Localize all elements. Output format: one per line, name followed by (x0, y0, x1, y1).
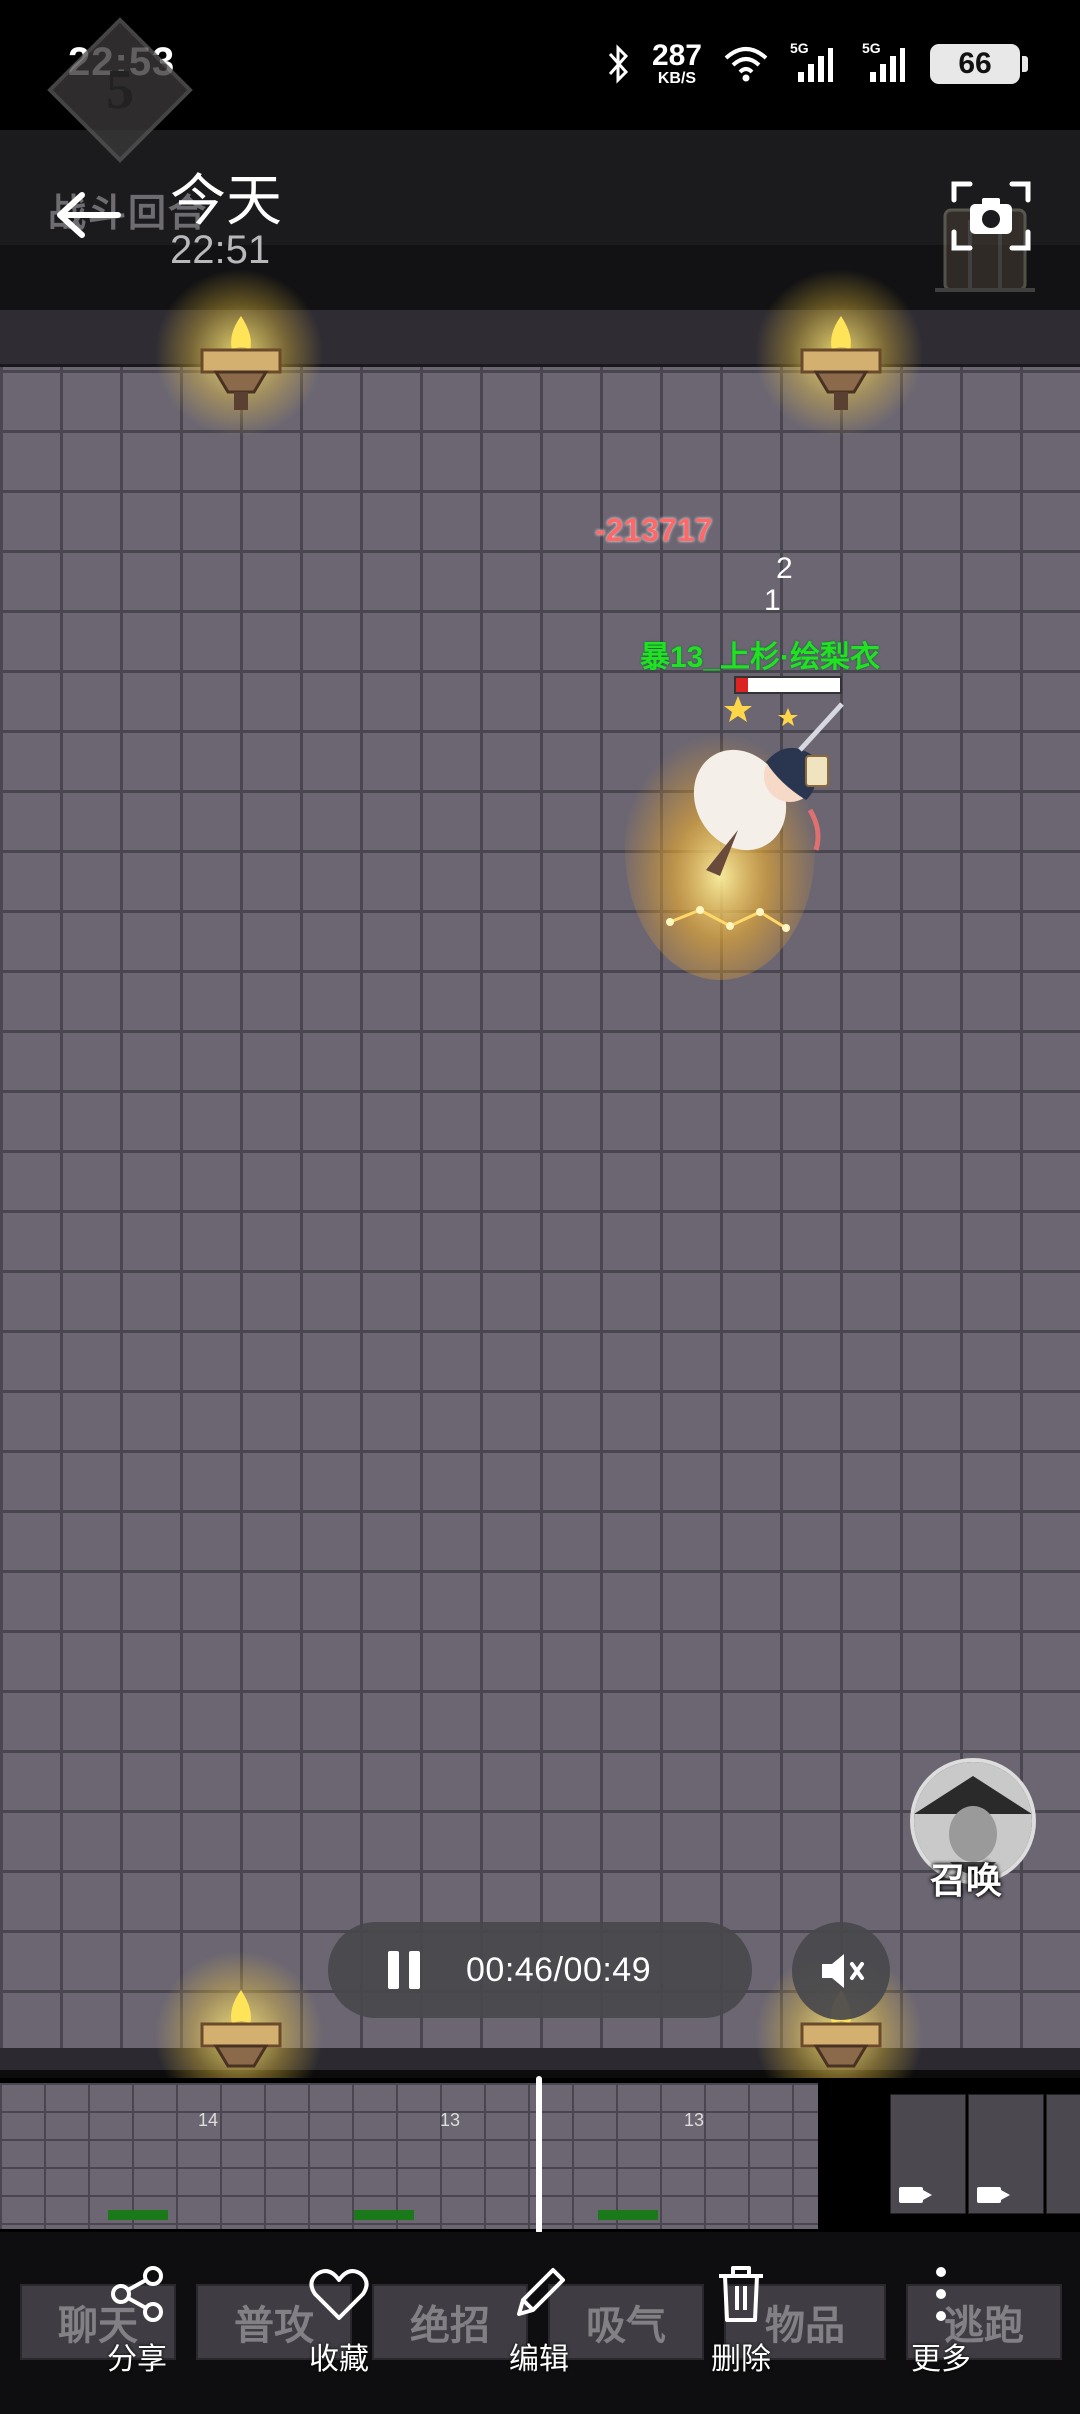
timeline-frame-enemy-marker (108, 2210, 168, 2220)
playback-control-pill: 00:46/00:49 (328, 1922, 752, 2018)
speaker-muted-icon (822, 1954, 864, 1988)
round-number: 5 (106, 59, 134, 121)
timeline-playhead[interactable] (536, 2076, 542, 2234)
video-camera-icon (899, 2187, 932, 2203)
video-camera-icon (977, 2187, 1010, 2203)
timeline-thumbnail[interactable] (968, 2094, 1044, 2214)
timeline-frame-label: 13 (684, 2110, 705, 2130)
timeline-thumbnail[interactable] (1046, 2094, 1080, 2214)
page-title: 今天 (170, 169, 282, 232)
header-band (0, 245, 1080, 310)
timeline-thumbnail[interactable] (890, 2094, 966, 2214)
playback-time: 00:46/00:49 (466, 1950, 652, 1989)
net-speed: 287 KB/S (652, 41, 702, 87)
heart-icon (309, 2269, 369, 2320)
enemy-character-sprite[interactable] (610, 680, 870, 980)
back-arrow-icon[interactable] (48, 185, 128, 245)
wall-torch-icon (800, 316, 882, 410)
round-badge-icon: 5 (47, 17, 193, 163)
trash-icon (719, 2266, 763, 2322)
pause-bar (409, 1951, 420, 1989)
summon-label: 召唤 (930, 1860, 1003, 1901)
share-icon (111, 2266, 163, 2322)
combo-counter-top: 2 (776, 552, 793, 585)
wifi-icon (724, 44, 768, 84)
signal-1-label: 5G (790, 40, 809, 56)
edit-label: 编辑 (509, 2343, 569, 2376)
cell-signal-1-icon: 5G (790, 40, 834, 84)
more-label: 更多 (911, 2343, 971, 2376)
favorite-label: 收藏 (309, 2343, 369, 2376)
pencil-icon (517, 2268, 565, 2316)
delete-button[interactable]: 删除 (676, 2262, 806, 2402)
timeline-frames (0, 2083, 818, 2229)
delete-label: 删除 (711, 2343, 771, 2376)
battery-indicator: 66 (930, 44, 1028, 84)
page-subtitle-time: 22:51 (170, 228, 271, 272)
enemy-name: 暴13_上杉·绘梨衣 (640, 641, 881, 674)
pause-bar (388, 1951, 399, 1989)
mute-button[interactable] (792, 1922, 890, 2020)
cell-signal-2-icon: 5G (856, 40, 908, 84)
timeline-frame-enemy-marker (354, 2210, 414, 2220)
share-button[interactable]: 分享 (72, 2262, 202, 2402)
timeline-frame-label: 14 (198, 2110, 219, 2130)
favorite-button[interactable]: 收藏 (274, 2262, 404, 2402)
more-button[interactable]: 更多 (876, 2262, 1006, 2402)
net-speed-unit: KB/S (657, 70, 697, 87)
share-label: 分享 (107, 2343, 167, 2376)
timeline-frame-enemy-marker (598, 2210, 658, 2220)
status-icons: 287 KB/S 5G 5G 66 (606, 38, 1028, 90)
timeline-frame-label: 13 (440, 2110, 461, 2130)
damage-number: -213717 (595, 512, 713, 548)
bluetooth-icon (606, 44, 630, 84)
signal-2-label: 5G (862, 40, 881, 56)
pause-button[interactable] (384, 1950, 424, 1990)
combo-counter-bottom: 1 (764, 584, 781, 617)
edit-button[interactable]: 编辑 (474, 2262, 604, 2402)
more-vertical-icon (936, 2267, 946, 2321)
wall-torch-icon (200, 316, 282, 410)
net-speed-value: 287 (651, 39, 702, 72)
screenshot-camera-icon[interactable] (950, 180, 1032, 252)
